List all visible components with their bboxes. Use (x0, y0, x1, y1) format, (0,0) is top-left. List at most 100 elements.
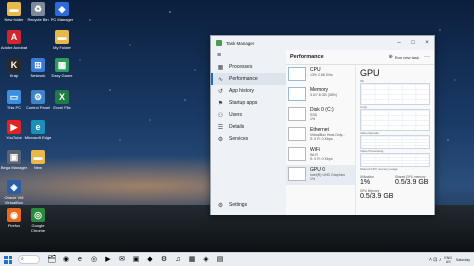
run-new-task-button[interactable]: ⊕ Run new task (389, 54, 419, 60)
desktop-icon-label: New folder (4, 17, 24, 22)
desktop-app-icon: ♻ (31, 2, 45, 16)
desktop-icon-label: Krap (9, 73, 19, 78)
page-title: Performance (290, 54, 324, 60)
perf-item-memory[interactable]: Memory 3.0/7.8 GB (38%) (286, 85, 355, 105)
desktop-icon-label: Control Panel (25, 105, 51, 110)
desktop-app-icon: ⚙ (31, 90, 45, 104)
sidebar-item-icon: ☰ (217, 124, 224, 131)
taskbar-app-icon[interactable]: 🗂 (46, 254, 58, 266)
sidebar-item-app-history[interactable]: ↺ App history (211, 85, 286, 97)
desktop-icon-label: Firefox (7, 223, 21, 228)
gpu-memory-value: 0.5/3.9 GB (360, 193, 394, 200)
sidebar: ≡ ▦ Processes ∿ Performance ↺ App history ⚑ Sta… (211, 50, 286, 215)
desktop-icon-label: This PC (6, 105, 22, 110)
perf-item-text: CPU 13% 2.88 GHz (310, 67, 333, 85)
perf-item-wifi[interactable]: WiFi Wi-Fi S: 0 R: 0 Kbps (286, 145, 355, 165)
minimize-icon[interactable]: – (392, 40, 406, 46)
sidebar-item-label: Startup apps (229, 100, 258, 106)
close-icon[interactable]: × (420, 40, 434, 46)
perf-item-cpu[interactable]: CPU 13% 2.88 GHz (286, 65, 355, 85)
taskbar: ⌕ 🗂 ◉ e ◎ ▶ ✉ ▣ ◆ ⚙ ♫ ▦ ◈ ▤ ˄ ⊡ ♪ ENG US Saturday (0, 252, 474, 266)
taskbar-app-icon[interactable]: ⚙ (158, 254, 170, 266)
sidebar-item-label: Services (229, 136, 249, 142)
taskbar-app-icon[interactable]: ◉ (60, 254, 72, 266)
sidebar-item-performance[interactable]: ∿ Performance (211, 73, 286, 85)
taskbar-app-icon[interactable]: ◆ (144, 254, 156, 266)
hamburger-menu-icon[interactable]: ≡ (211, 50, 286, 61)
taskbar-app-icon[interactable]: ▤ (214, 254, 226, 266)
perf-item-detail: S: 0 R: 0 Kbps (310, 157, 333, 161)
maximize-icon[interactable]: □ (406, 40, 420, 46)
desktop-icon[interactable]: e Microsoft Edge (24, 120, 52, 140)
desktop-icon[interactable]: ▬ My Folder (48, 30, 76, 50)
desktop-icon[interactable]: X Excel File (48, 90, 76, 110)
taskbar-app-icon[interactable]: e (74, 254, 86, 266)
sidebar-item-label: Details (229, 124, 245, 130)
desktop-icon[interactable]: ▦ Easy Game (48, 58, 76, 78)
gpu-title: GPU (360, 68, 380, 78)
taskbar-app-icon[interactable]: ▣ (130, 254, 142, 266)
gear-icon: ⚙ (217, 202, 224, 209)
perf-item-disk-0-c[interactable]: Disk 0 (C:) SSD 1% (286, 105, 355, 125)
perf-item-ethernet[interactable]: Ethernet VirtualBox Host-Only... S: 0 R: 0… (286, 125, 355, 145)
task-manager-window[interactable]: Task Manager – □ × ≡ ▦ Processes ∿ Performa… (210, 35, 435, 215)
perf-item-text: Memory 3.0/7.8 GB (38%) (310, 87, 337, 105)
perf-item-detail: 1% (310, 177, 316, 181)
taskbar-app-icon[interactable]: ▶ (102, 254, 114, 266)
tray-icons[interactable]: ˄ ⊡ ♪ (429, 257, 441, 263)
graph-video-processing (360, 153, 430, 167)
mini-graph (288, 107, 306, 121)
performance-list: CPU 13% 2.88 GHz Memory 3.0/7.8 GB (38%) Dis… (286, 65, 356, 215)
run-task-icon: ⊕ (388, 54, 393, 60)
sidebar-item-icon: ∿ (217, 76, 224, 83)
perf-item-text: Disk 0 (C:) SSD 1% (310, 107, 334, 125)
desktop-icon[interactable]: ◆ PC Manager (48, 2, 76, 22)
start-button[interactable] (4, 255, 12, 264)
desktop-app-icon: K (7, 58, 21, 72)
taskbar-app-icon[interactable]: ◎ (88, 254, 100, 266)
mini-graph (288, 127, 306, 141)
sidebar-item-details[interactable]: ☰ Details (211, 121, 286, 133)
main-header: Performance ⊕ Run new task ··· (286, 50, 434, 65)
desktop-app-icon: X (55, 90, 69, 104)
desktop-app-icon: ▭ (7, 90, 21, 104)
clock-day: Saturday (455, 258, 470, 262)
mini-graph (288, 87, 306, 101)
sidebar-item-startup-apps[interactable]: ⚑ Startup apps (211, 97, 286, 109)
desktop-app-icon: ◈ (7, 180, 21, 194)
sidebar-item-processes[interactable]: ▦ Processes (211, 61, 286, 73)
desktop-icon-label: My Folder (53, 45, 71, 50)
more-options-button[interactable]: ··· (424, 54, 430, 60)
desktop-app-icon: A (7, 30, 21, 44)
perf-item-detail: 13% 2.88 GHz (310, 73, 333, 77)
desktop-app-icon: ▬ (55, 30, 69, 44)
title-bar[interactable]: Task Manager – □ × (211, 36, 434, 50)
sidebar-item-services[interactable]: ⚙ Services (211, 133, 286, 145)
sidebar-item-icon: ↺ (217, 88, 224, 95)
desktop-app-icon: ▣ (7, 150, 21, 164)
desktop-icon[interactable]: ◎ Google Chrome (24, 208, 52, 233)
clock[interactable]: Saturday (456, 258, 470, 262)
perf-item-gpu-0[interactable]: GPU 0 Intel(R) UHD Graphics 1% (286, 165, 355, 185)
sidebar-item-settings[interactable]: ⚙ Settings (211, 199, 286, 211)
taskbar-app-icon[interactable]: ♫ (172, 254, 184, 266)
perf-item-detail: S: 0 R: 0 Kbps (310, 137, 333, 141)
desktop-icon-label: Easy Game (51, 73, 73, 78)
perf-item-detail: Intel(R) UHD Graphics (310, 173, 346, 177)
desktop-icon-label: Network (30, 73, 46, 78)
search-icon[interactable]: ⌕ (18, 255, 40, 264)
perf-item-text: WiFi Wi-Fi S: 0 R: 0 Kbps (310, 147, 333, 165)
sidebar-item-icon: ⚙ (217, 136, 224, 143)
desktop-icon[interactable]: ▬ New (24, 150, 52, 170)
desktop-app-icon: ▦ (55, 58, 69, 72)
desktop-app-icon: ◎ (31, 208, 45, 222)
taskbar-app-icon[interactable]: ▦ (186, 254, 198, 266)
sidebar-item-users[interactable]: ⚇ Users (211, 109, 286, 121)
language-indicator[interactable]: ENG US (444, 256, 452, 264)
taskbar-app-icon[interactable]: ◈ (200, 254, 212, 266)
perf-item-detail: 1% (310, 117, 316, 121)
desktop-icon[interactable]: ◈ Oracle VM VirtualBox (0, 180, 28, 205)
taskbar-app-icon[interactable]: ✉ (116, 254, 128, 266)
desktop-icon[interactable]: A Adobe Acrobat (0, 30, 28, 50)
perf-item-text: GPU 0 Intel(R) UHD Graphics 1% (310, 167, 345, 185)
